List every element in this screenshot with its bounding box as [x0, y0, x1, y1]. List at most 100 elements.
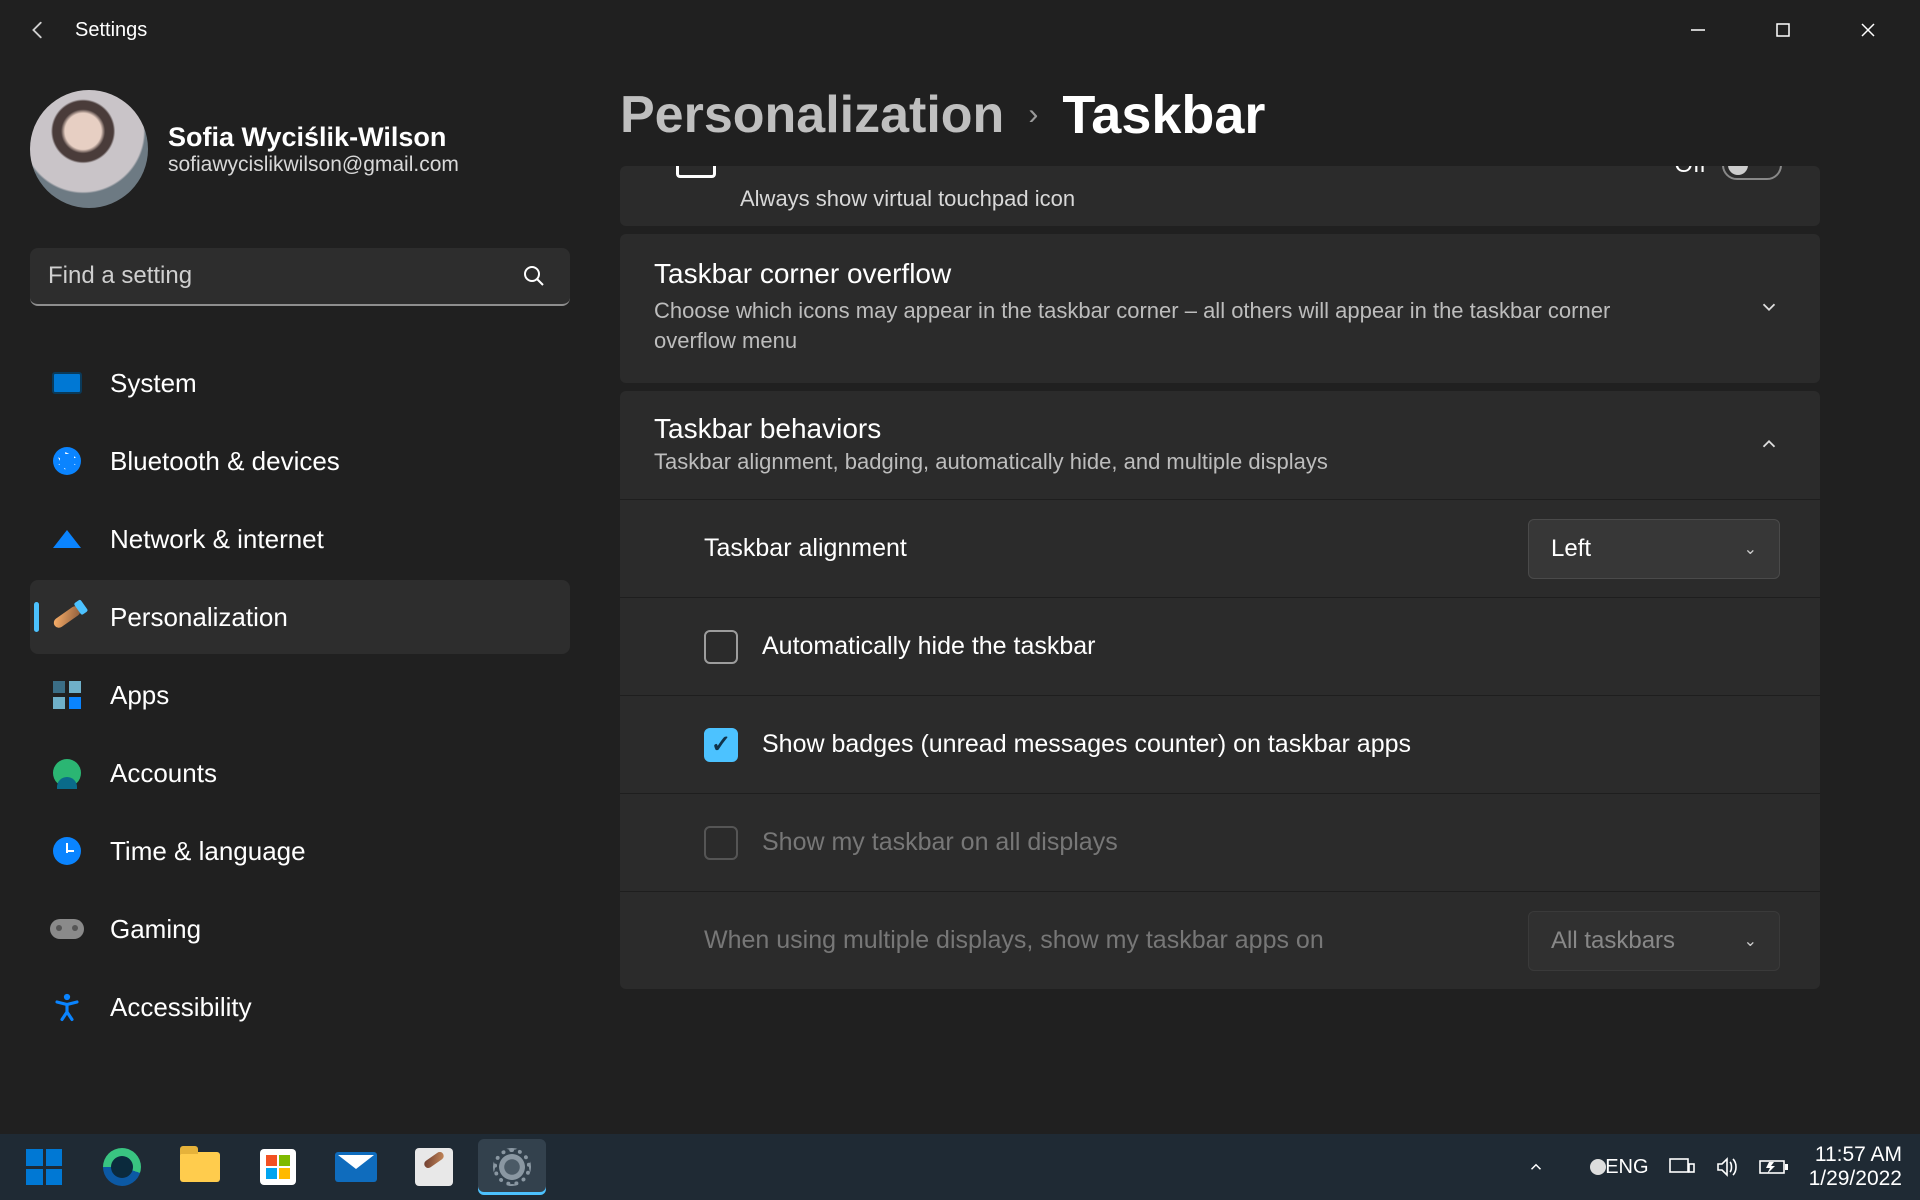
dropdown-value: All taskbars [1551, 927, 1675, 955]
nav-system[interactable]: System [30, 346, 570, 420]
nav-gaming[interactable]: Gaming [30, 892, 570, 966]
brush-icon [50, 600, 84, 634]
system-icon [50, 366, 84, 400]
taskbar-corner-overflow-card[interactable]: Taskbar corner overflow Choose which ico… [620, 234, 1820, 383]
titlebar: Settings [0, 0, 1920, 60]
close-button[interactable] [1825, 3, 1910, 58]
checkbox-unchecked[interactable] [704, 630, 738, 664]
search-input[interactable] [30, 248, 570, 306]
store-button[interactable] [244, 1139, 312, 1195]
nav-accessibility[interactable]: Accessibility [30, 970, 570, 1044]
row-label: Taskbar alignment [704, 534, 907, 563]
bluetooth-icon [50, 444, 84, 478]
explorer-button[interactable] [166, 1139, 234, 1195]
taskbar-alignment-row: Taskbar alignment Left ⌄ [620, 499, 1820, 597]
app-title: Settings [75, 19, 147, 42]
settings-button[interactable] [478, 1139, 546, 1195]
section-header[interactable]: Taskbar behaviors Taskbar alignment, bad… [620, 391, 1820, 499]
nav-apps[interactable]: Apps [30, 658, 570, 732]
apps-icon [50, 678, 84, 712]
arrow-left-icon [27, 19, 49, 41]
multi-display-dropdown: All taskbars ⌄ [1528, 911, 1780, 971]
toggle-label: Off [1674, 166, 1706, 179]
breadcrumb: Personalization › Taskbar [620, 84, 1860, 146]
row-label: When using multiple displays, show my ta… [704, 926, 1324, 955]
nav-label: Apps [110, 680, 169, 711]
chevron-down-icon: ⌄ [1744, 539, 1757, 559]
gamepad-icon [50, 912, 84, 946]
tray-overflow-button[interactable] [1527, 1158, 1545, 1176]
dropdown-value: Left [1551, 535, 1591, 563]
back-button[interactable] [10, 3, 65, 58]
virtual-touchpad-row[interactable]: Always show virtual touchpad icon Off [620, 166, 1820, 226]
nav-bluetooth[interactable]: Bluetooth & devices [30, 424, 570, 498]
checkbox-checked[interactable]: ✓ [704, 728, 738, 762]
accessibility-icon [50, 990, 84, 1024]
mail-button[interactable] [322, 1139, 390, 1195]
nav-label: Network & internet [110, 524, 324, 555]
system-tray: ENG 11:57 AM 1/29/2022 [1527, 1143, 1910, 1191]
edge-icon [103, 1148, 141, 1186]
auto-hide-row[interactable]: Automatically hide the taskbar [620, 597, 1820, 695]
language-indicator[interactable]: ENG [1605, 1156, 1648, 1179]
row-label: Show badges (unread messages counter) on… [762, 730, 1411, 759]
nav-label: Personalization [110, 602, 288, 633]
section-description: Taskbar alignment, badging, automaticall… [654, 449, 1328, 475]
maximize-button[interactable] [1740, 3, 1825, 58]
nav-network[interactable]: Network & internet [30, 502, 570, 576]
show-badges-row[interactable]: ✓ Show badges (unread messages counter) … [620, 695, 1820, 793]
chevron-down-icon: ⌄ [1744, 931, 1757, 951]
start-button[interactable] [10, 1139, 78, 1195]
wifi-icon [50, 522, 84, 556]
toggle-switch[interactable] [1722, 166, 1782, 180]
nav-label: Bluetooth & devices [110, 446, 340, 477]
nav-label: Gaming [110, 914, 201, 945]
battery-icon[interactable] [1759, 1158, 1789, 1176]
multi-display-apps-row: When using multiple displays, show my ta… [620, 891, 1820, 989]
nav-list: System Bluetooth & devices Network & int… [30, 346, 570, 1044]
nav-time-language[interactable]: Time & language [30, 814, 570, 888]
folder-icon [180, 1152, 220, 1182]
profile-block[interactable]: Sofia Wyciślik-Wilson sofiawycislikwilso… [30, 90, 570, 208]
user-name: Sofia Wyciślik-Wilson [168, 122, 459, 153]
network-icon[interactable] [1669, 1156, 1695, 1178]
page-title: Taskbar [1062, 84, 1265, 146]
clock[interactable]: 11:57 AM 1/29/2022 [1809, 1143, 1910, 1191]
taskbar-behaviors-section: Taskbar behaviors Taskbar alignment, bad… [620, 391, 1820, 989]
alignment-dropdown[interactable]: Left ⌄ [1528, 519, 1780, 579]
sidebar: Sofia Wyciślik-Wilson sofiawycislikwilso… [0, 60, 600, 1134]
person-icon [50, 756, 84, 790]
touchpad-icon [676, 166, 716, 178]
nav-accounts[interactable]: Accounts [30, 736, 570, 810]
chevron-down-icon [1758, 296, 1780, 318]
volume-icon[interactable] [1715, 1156, 1739, 1178]
search-icon [522, 264, 546, 288]
show-all-displays-row: Show my taskbar on all displays [620, 793, 1820, 891]
chevron-up-icon [1758, 433, 1780, 455]
mail-icon [335, 1152, 377, 1182]
gear-icon [493, 1148, 531, 1186]
maximize-icon [1775, 22, 1791, 38]
card-description: Choose which icons may appear in the tas… [654, 296, 1694, 355]
paint-icon [415, 1148, 453, 1186]
paint-button[interactable] [400, 1139, 468, 1195]
section-title: Taskbar behaviors [654, 413, 1328, 445]
row-description: Always show virtual touchpad icon [740, 186, 1075, 212]
windows-logo-icon [26, 1149, 62, 1185]
breadcrumb-parent[interactable]: Personalization [620, 85, 1004, 145]
clock-icon [50, 834, 84, 868]
toggle-group: Off [1674, 166, 1782, 180]
edge-button[interactable] [88, 1139, 156, 1195]
main-content: Personalization › Taskbar Always show vi… [600, 60, 1920, 1134]
checkbox-disabled [704, 826, 738, 860]
settings-window: Settings Sofia Wyciślik-Wilson sofiawyci… [0, 0, 1920, 1134]
clock-time: 11:57 AM [1809, 1143, 1902, 1167]
nav-personalization[interactable]: Personalization [30, 580, 570, 654]
window-controls [1655, 3, 1910, 58]
minimize-button[interactable] [1655, 3, 1740, 58]
nav-label: System [110, 368, 197, 399]
taskbar: ENG 11:57 AM 1/29/2022 [0, 1134, 1920, 1200]
microsoft-store-icon [260, 1149, 296, 1185]
close-icon [1860, 22, 1876, 38]
nav-label: Time & language [110, 836, 306, 867]
